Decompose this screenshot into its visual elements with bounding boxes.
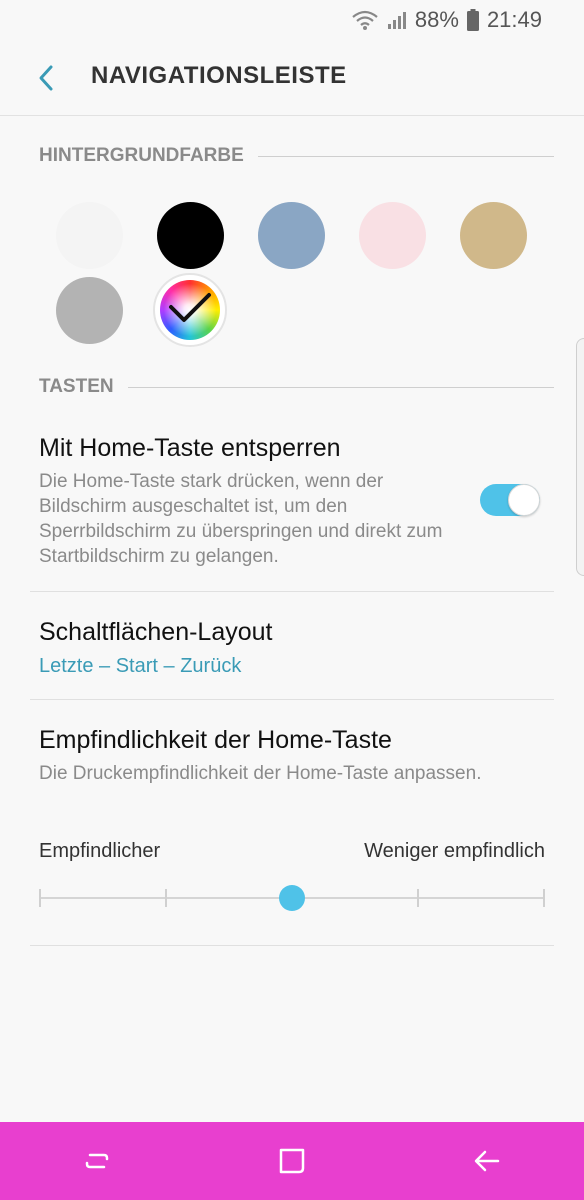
toggle-knob (508, 484, 540, 516)
back-arrow-icon (39, 65, 53, 91)
divider (30, 591, 554, 592)
slider-tick (39, 889, 41, 907)
section-title: TASTEN (39, 376, 114, 397)
home-unlock-toggle[interactable] (480, 484, 540, 516)
slider-thumb[interactable] (279, 885, 305, 911)
status-bar: 88% 21:49 (0, 0, 584, 40)
color-swatch-gray[interactable] (56, 277, 123, 344)
setting-title: Empfindlichkeit der Home-Taste (39, 726, 392, 754)
setting-button-layout[interactable]: Schaltflächen-Layout Letzte – Start – Zu… (39, 618, 554, 678)
slider-labels: Empfindlicher Weniger empfindlich (39, 840, 545, 863)
recents-button[interactable] (67, 1131, 127, 1191)
color-swatch-white[interactable] (56, 202, 123, 269)
clock: 21:49 (486, 7, 542, 32)
section-header-background-color: HINTERGRUNDFARBE (39, 145, 554, 167)
navigation-bar (0, 1122, 584, 1200)
battery-icon (466, 9, 479, 31)
setting-title: Schaltflächen-Layout (39, 618, 273, 646)
wifi-icon (351, 9, 379, 31)
slider-tick (417, 889, 419, 907)
divider (30, 699, 554, 700)
slider-tick (165, 889, 167, 907)
setting-home-unlock[interactable]: Mit Home-Taste entsperren Die Home-Taste… (39, 434, 454, 569)
slider-min-label: Empfindlicher (39, 840, 161, 862)
setting-home-sensitivity: Empfindlichkeit der Home-Taste Die Druck… (39, 726, 554, 786)
color-swatch-pink[interactable] (359, 202, 426, 269)
sensitivity-slider[interactable] (39, 885, 545, 911)
color-swatch-gold[interactable] (460, 202, 527, 269)
home-button[interactable] (262, 1131, 322, 1191)
section-title: HINTERGRUNDFARBE (39, 145, 244, 166)
setting-value: Letzte – Start – Zurück (39, 655, 242, 677)
checkmark-icon (169, 293, 211, 322)
setting-description: Die Home-Taste stark drücken, wenn der B… (39, 471, 443, 567)
color-swatch-custom[interactable] (153, 273, 227, 347)
slider-max-label: Weniger empfindlich (364, 840, 545, 862)
signal-icon (387, 10, 407, 30)
color-swatch-black[interactable] (157, 202, 224, 269)
setting-description: Die Druckempfindlichkeit der Home-Taste … (39, 763, 482, 784)
battery-percent: 88% (414, 7, 459, 32)
setting-title: Mit Home-Taste entsperren (39, 434, 341, 462)
home-icon (279, 1148, 305, 1174)
section-rule (257, 155, 554, 157)
edge-panel-handle[interactable] (576, 338, 584, 576)
section-rule (127, 386, 554, 388)
back-button[interactable] (30, 62, 62, 94)
divider (30, 945, 554, 946)
back-icon (474, 1150, 499, 1172)
recents-icon (86, 1153, 109, 1169)
color-swatch-blue-gray[interactable] (258, 202, 325, 269)
page-title: NAVIGATIONSLEISTE (91, 62, 347, 89)
section-header-keys: TASTEN (39, 376, 554, 398)
slider-tick (543, 889, 545, 907)
app-header: NAVIGATIONSLEISTE (0, 40, 584, 116)
back-nav-button[interactable] (457, 1131, 517, 1191)
